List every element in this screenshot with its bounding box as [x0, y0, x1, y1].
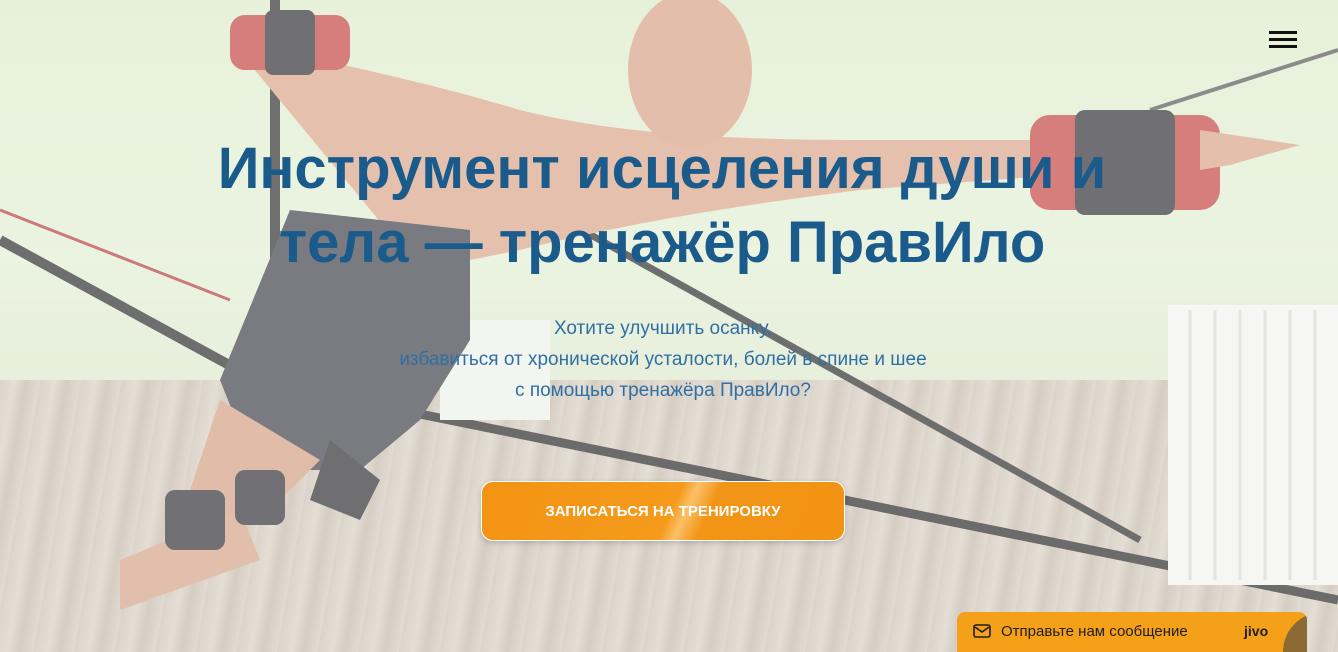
signup-training-label: Записаться на тренировку [545, 502, 781, 520]
subtitle-line: с помощью тренажёра ПравИло? [515, 380, 811, 401]
title-line: тела — тренажёр ПравИло [278, 210, 1046, 275]
signup-training-button[interactable]: Записаться на тренировку [481, 481, 845, 541]
menu-bar [1269, 38, 1297, 41]
chat-avatar-corner [1283, 612, 1307, 652]
envelope-icon [973, 624, 991, 638]
title-line: Инструмент исцеления души и [217, 136, 1107, 201]
jivo-logo: jivo [1244, 623, 1269, 639]
hero-subtitle: Хотите улучшить осанку, избавиться от хр… [330, 313, 996, 406]
chat-widget-label: Отправьте нам сообщение [1001, 623, 1188, 640]
menu-bar [1269, 31, 1297, 34]
chat-widget[interactable]: Отправьте нам сообщение jivo [957, 612, 1307, 652]
subtitle-line: Хотите улучшить осанку, [553, 318, 773, 339]
menu-bar [1269, 45, 1297, 48]
hamburger-menu-icon[interactable] [1266, 28, 1300, 52]
subtitle-line: избавиться от хронической усталости, бол… [399, 349, 927, 370]
page-title: Инструмент исцеления души и тела — трена… [160, 132, 1164, 280]
